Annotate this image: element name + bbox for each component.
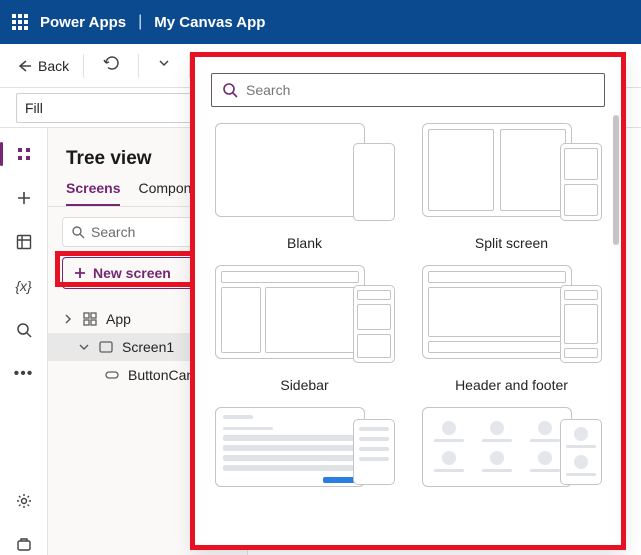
template-blank[interactable]: Blank — [211, 123, 398, 251]
app-name-label: My Canvas App — [154, 14, 265, 31]
back-label: Back — [38, 58, 69, 74]
template-thumb — [422, 123, 602, 225]
new-screen-label: New screen — [93, 265, 171, 281]
template-thumb — [215, 407, 395, 487]
tree-item-label: Screen1 — [122, 339, 174, 355]
template-label: Header and footer — [455, 377, 568, 393]
template-thumb — [215, 265, 395, 367]
rail-more-icon[interactable]: ••• — [14, 364, 34, 384]
template-preview-row[interactable] — [418, 407, 605, 487]
chevron-right-icon — [62, 313, 74, 325]
template-header-footer[interactable]: Header and footer — [418, 265, 605, 393]
toolbar-divider — [83, 54, 84, 78]
template-label: Blank — [287, 235, 322, 251]
property-name: Fill — [25, 100, 43, 116]
undo-button[interactable] — [98, 50, 124, 81]
chevron-down-icon — [78, 341, 90, 353]
template-label: Split screen — [475, 235, 548, 251]
chevron-down-icon — [157, 56, 171, 70]
rail-app-checker-icon[interactable] — [14, 535, 34, 555]
arrow-left-icon — [16, 58, 32, 74]
tree-item-label: App — [106, 311, 131, 327]
template-thumb — [422, 407, 602, 487]
template-preview-row[interactable] — [211, 407, 398, 487]
button-icon — [104, 367, 120, 383]
tree-search-placeholder: Search — [91, 224, 135, 240]
template-grid: Blank Split screen — [211, 123, 605, 487]
rail-search-icon[interactable] — [14, 320, 34, 340]
toolbar-more-button[interactable] — [153, 52, 175, 79]
template-search[interactable] — [211, 73, 605, 107]
brand-label: Power Apps — [40, 14, 126, 31]
title-bar: Power Apps | My Canvas App — [0, 0, 641, 44]
rail-insert-icon[interactable] — [14, 188, 34, 208]
plus-icon — [73, 266, 87, 280]
template-split-screen[interactable]: Split screen — [418, 123, 605, 251]
undo-icon — [102, 54, 120, 72]
template-thumb — [215, 123, 395, 225]
rail-tree-view-icon[interactable] — [14, 144, 34, 164]
left-rail: {x} ••• — [0, 128, 48, 555]
title-separator: | — [138, 13, 142, 31]
rail-variables-icon[interactable]: {x} — [14, 276, 34, 296]
new-screen-popup: Blank Split screen — [192, 54, 624, 548]
toolbar-divider — [138, 54, 139, 78]
screen-icon — [98, 339, 114, 355]
search-icon — [71, 225, 85, 239]
template-label: Sidebar — [280, 377, 328, 393]
rail-data-icon[interactable] — [14, 232, 34, 252]
rail-settings-icon[interactable] — [14, 491, 34, 511]
template-thumb — [422, 265, 602, 367]
app-launcher-icon[interactable] — [12, 14, 28, 30]
toolbar-divider — [189, 54, 190, 78]
tab-screens[interactable]: Screens — [66, 180, 120, 206]
template-search-input[interactable] — [246, 82, 594, 98]
template-sidebar[interactable]: Sidebar — [211, 265, 398, 393]
back-button[interactable]: Back — [16, 58, 69, 74]
scrollbar-thumb[interactable] — [613, 115, 619, 245]
app-icon — [82, 311, 98, 327]
search-icon — [222, 82, 238, 98]
